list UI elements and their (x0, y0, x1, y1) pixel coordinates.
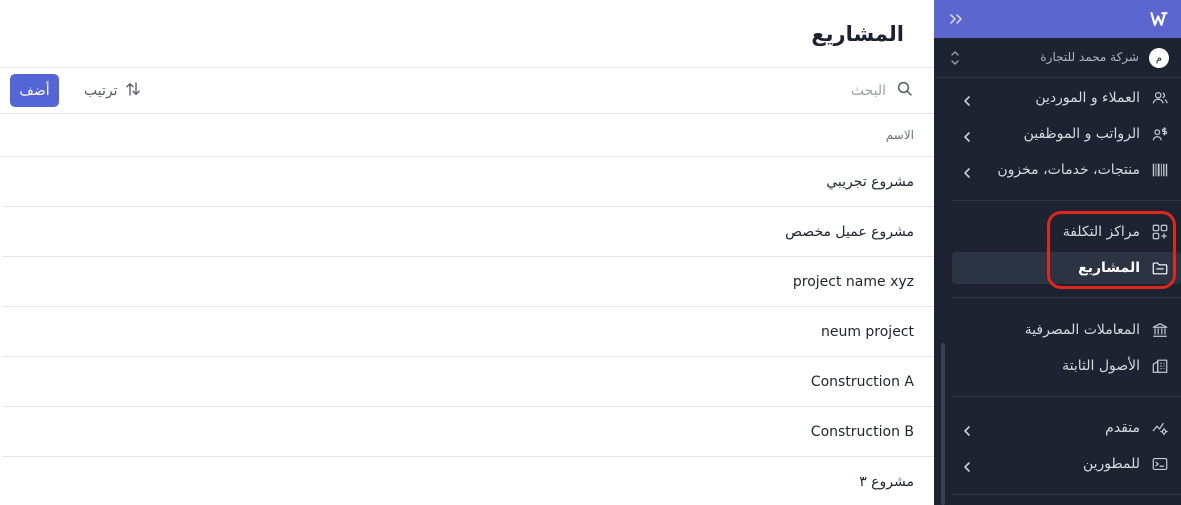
column-header-name[interactable]: الاسم (0, 114, 934, 157)
sidebar-item-bank-transactions[interactable]: المعاملات المصرفية (952, 314, 1181, 346)
sidebar-item-products[interactable]: منتجات، خدمات، مخزون (952, 154, 1181, 186)
sidebar-item-label: الرواتب و الموظفين (1023, 126, 1140, 142)
sidebar-item-label: المعاملات المصرفية (1024, 322, 1140, 338)
sidebar-item-fixed-assets[interactable]: الأصول الثابتة (952, 350, 1181, 382)
sidebar-divider (952, 200, 1181, 201)
sidebar-item-label: مراكز التكلفة (1062, 224, 1140, 240)
sidebar-item-projects[interactable]: المشاريع (952, 252, 1181, 284)
sidebar-item-payroll[interactable]: الرواتب و الموظفين (952, 118, 1181, 150)
sort-icon (124, 80, 142, 102)
add-button[interactable]: أضف (10, 74, 59, 107)
sidebar-item-cost-centers[interactable]: مراكز التكلفة (952, 216, 1181, 248)
sidebar: م شركة محمد للتجارة العملاء و الموردين ا… (934, 0, 1181, 505)
chevron-left-icon (962, 128, 972, 142)
table-row[interactable]: neum project (2, 307, 934, 357)
table-row[interactable]: Construction A (2, 357, 934, 407)
company-name: شركة محمد للتجارة (1040, 50, 1139, 64)
sidebar-item-label: الأصول الثابتة (1062, 358, 1140, 374)
barcode-icon (1151, 161, 1169, 179)
toolbar: ترتيب أضف (0, 68, 934, 114)
sidebar-item-label: المشاريع (1078, 260, 1140, 276)
app-logo-icon (1149, 9, 1169, 29)
payroll-icon (1151, 125, 1169, 143)
projects-list: مشروع تجريبي مشروع عميل مخصص project nam… (0, 157, 934, 505)
table-row[interactable]: مشروع تجريبي (2, 157, 934, 207)
folder-icon (1151, 259, 1169, 277)
chevron-left-icon (962, 422, 972, 436)
search-box[interactable] (806, 80, 914, 102)
sidebar-divider (952, 297, 1181, 298)
sidebar-scrollbar[interactable] (941, 343, 945, 505)
terminal-icon (1151, 455, 1169, 473)
bank-icon (1151, 321, 1169, 339)
sidebar-item-developers[interactable]: للمطورين (952, 448, 1181, 480)
sidebar-item-label: للمطورين (1082, 456, 1140, 472)
sort-button[interactable]: ترتيب (84, 80, 142, 102)
chevron-left-icon (962, 458, 972, 472)
sidebar-item-label: متقدم (1105, 420, 1140, 436)
chevron-up-down-icon (950, 49, 960, 67)
sidebar-header (934, 0, 1181, 38)
sidebar-divider (952, 396, 1181, 397)
sidebar-item-advanced[interactable]: متقدم (952, 412, 1181, 444)
users-icon (1151, 89, 1169, 107)
table-row[interactable]: مشروع ٣ (2, 457, 934, 505)
advanced-icon (1151, 419, 1169, 437)
main-content: المشاريع ترتيب أضف الاسم مشروع تجريبي مش… (0, 0, 934, 505)
search-icon (896, 80, 914, 102)
sidebar-item-label: العملاء و الموردين (1035, 90, 1140, 106)
table-row[interactable]: project name xyz (2, 257, 934, 307)
sort-label: ترتيب (84, 83, 118, 99)
collapse-sidebar-icon[interactable] (948, 11, 964, 27)
grid-plus-icon (1151, 223, 1169, 241)
sidebar-item-customers[interactable]: العملاء و الموردين (952, 82, 1181, 114)
sidebar-divider (952, 494, 1181, 495)
company-switcher[interactable]: م شركة محمد للتجارة (934, 38, 1181, 78)
chevron-left-icon (962, 164, 972, 178)
search-input[interactable] (806, 83, 886, 99)
page-header: المشاريع (0, 0, 934, 68)
table-row[interactable]: مشروع عميل مخصص (2, 207, 934, 257)
sidebar-item-label: منتجات، خدمات، مخزون (997, 162, 1140, 178)
table-row[interactable]: Construction B (2, 407, 934, 457)
building-icon (1151, 357, 1169, 375)
page-title: المشاريع (811, 21, 904, 46)
company-avatar: م (1149, 48, 1169, 68)
chevron-left-icon (962, 92, 972, 106)
